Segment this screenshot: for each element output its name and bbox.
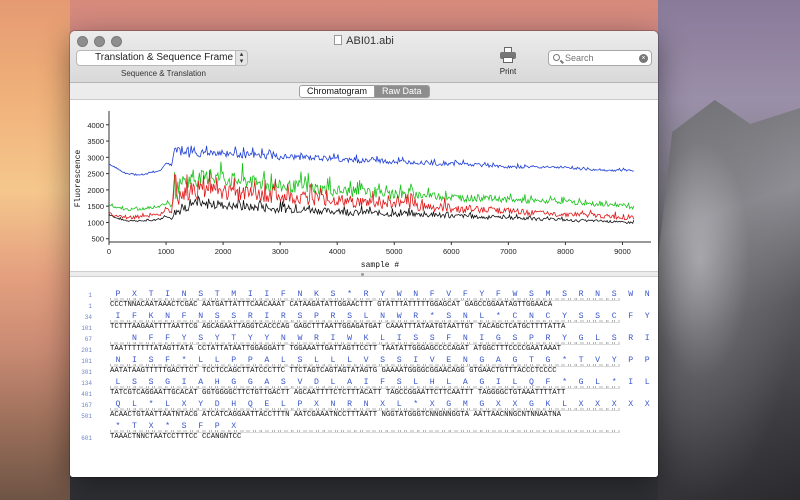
x-tick-label: 0 — [107, 247, 111, 256]
print-button[interactable]: Print — [497, 47, 519, 76]
y-tick-label: 4000 — [87, 121, 104, 130]
nucleotide-position-label: 501 — [81, 413, 92, 420]
updown-arrows-icon: ▴ ▾ — [235, 51, 247, 65]
desktop-wallpaper-right — [658, 0, 800, 500]
tab-raw-data[interactable]: Raw Data — [375, 86, 429, 97]
y-tick-label: 500 — [91, 235, 104, 244]
y-tick-label: 1500 — [87, 202, 104, 211]
sequence-panel: 1 P X T I N S T M I I F N K S * R Y W N … — [70, 280, 658, 477]
translation-position-label: 1 — [88, 292, 92, 299]
translation-position-label: 167 — [81, 402, 92, 409]
x-tick-label: 6000 — [443, 247, 460, 256]
printer-icon — [500, 47, 516, 63]
y-tick-label: 3000 — [87, 153, 104, 162]
nucleotide-text[interactable]: TAATTTTTTTATAGTTATA CCTATTATAATTGGAGGATT… — [110, 345, 561, 353]
nucleotide-text[interactable]: ACAACTGTAATTAATNTACG ATCATCAGGAATTACCTTT… — [110, 411, 561, 419]
y-tick-label: 3500 — [87, 137, 104, 146]
y-tick-label: 2000 — [87, 186, 104, 195]
y-axis-label: Fluorescence — [74, 149, 83, 207]
nucleotide-text[interactable]: TCTTTAAGAATTTTAATTCG AGCAGAATTAGGTCACCCA… — [110, 323, 565, 331]
nucleotide-position-label: 1 — [88, 303, 92, 310]
translation-position-label: 67 — [84, 336, 92, 343]
nucleotide-position-label: 101 — [81, 325, 92, 332]
translation-position-label: 34 — [84, 314, 92, 321]
sequence-row: 67 N F F Y S Y T Y Y N W R I W K L I S S… — [70, 333, 658, 355]
nucleotide-text[interactable]: AATATAAGTTTTTGACTTCT TCCTCCAGCTTATCCCTTC… — [110, 367, 557, 375]
clear-search-icon[interactable]: × — [639, 54, 648, 63]
sequence-row: 1 P X T I N S T M I I F N K S * R Y W N … — [70, 289, 658, 311]
x-tick-label: 7000 — [500, 247, 517, 256]
translation-position-label: 101 — [81, 358, 92, 365]
search-input[interactable] — [565, 52, 633, 64]
sequence-row: 167 Q L * L X Y D H Q E L P X N R N X L … — [70, 399, 658, 421]
app-window: ABI01.abi Translation & Sequence Frame 1… — [70, 31, 658, 477]
divider-handle-icon — [361, 273, 364, 276]
x-tick-label: 8000 — [557, 247, 574, 256]
x-tick-label: 5000 — [386, 247, 403, 256]
nucleotide-position-label: 301 — [81, 369, 92, 376]
nucleotide-position-label: 601 — [81, 435, 92, 442]
sequence-row: * T X * S F P X 601 TAAACTNNCTAATCCTTTCC C… — [70, 421, 658, 443]
chromatogram-chart: 500 1000 1500 2000 2500 3000 3500 4000 0 1000 2000… — [74, 111, 651, 270]
search-icon — [553, 54, 560, 61]
nucleotide-text[interactable]: TATCGTCAGGAATTGCACAT GGTGGGGCTTCTGTTGACT… — [110, 389, 565, 397]
desktop-wallpaper-left — [0, 0, 70, 500]
frame-select-value: Translation & Sequence Frame 1 — [95, 52, 242, 63]
document-icon — [334, 35, 343, 45]
print-label: Print — [499, 67, 517, 76]
frame-select[interactable]: Translation & Sequence Frame 1 ▴ ▾ — [76, 50, 248, 66]
title-bar: ABI01.abi Translation & Sequence Frame 1… — [70, 31, 658, 83]
translation-position-label: 134 — [81, 380, 92, 387]
nucleotide-position-label: 201 — [81, 347, 92, 354]
sequence-row: 101 N I S F * L L P P A L S L L L V S S … — [70, 355, 658, 377]
y-tick-label: 1000 — [87, 218, 104, 227]
x-tick-label: 3000 — [272, 247, 289, 256]
nucleotide-text[interactable]: TAAACTNNCTAATCCTTTCC CCANGNTCC — [110, 433, 241, 441]
search-field[interactable]: × — [548, 50, 652, 66]
y-tick-label: 2500 — [87, 170, 104, 179]
x-tick-label: 9000 — [614, 247, 631, 256]
view-segmented-control: Chromatogram Raw Data — [299, 85, 430, 98]
nucleotide-text[interactable]: CCCTNNACAATAAACTCGAC AATGATTATTTCAACAAAT… — [110, 301, 552, 309]
series-blue-line — [108, 145, 634, 176]
sequence-row: 134 L S S G I A H G G A S V D L A I F S … — [70, 377, 658, 399]
x-tick-label: 1000 — [158, 247, 175, 256]
window-title: ABI01.abi — [70, 35, 658, 47]
x-axis-label: sample # — [361, 261, 400, 270]
view-tabs-bar: Chromatogram Raw Data — [70, 83, 658, 100]
wallpaper-mountain — [658, 100, 800, 500]
sequence-row: 34 I F K N F N S S R I R S P R S L N W R… — [70, 311, 658, 333]
tab-chromatogram[interactable]: Chromatogram — [300, 86, 376, 97]
window-title-text: ABI01.abi — [346, 35, 394, 47]
chromatogram-panel: 500 1000 1500 2000 2500 3000 3500 4000 0 1000 2000… — [70, 101, 658, 275]
split-view-divider[interactable] — [70, 271, 658, 277]
x-tick-label: 4000 — [329, 247, 346, 256]
x-tick-label: 2000 — [215, 247, 232, 256]
nucleotide-position-label: 401 — [81, 391, 92, 398]
frame-select-caption: Sequence & Translation — [121, 69, 206, 78]
